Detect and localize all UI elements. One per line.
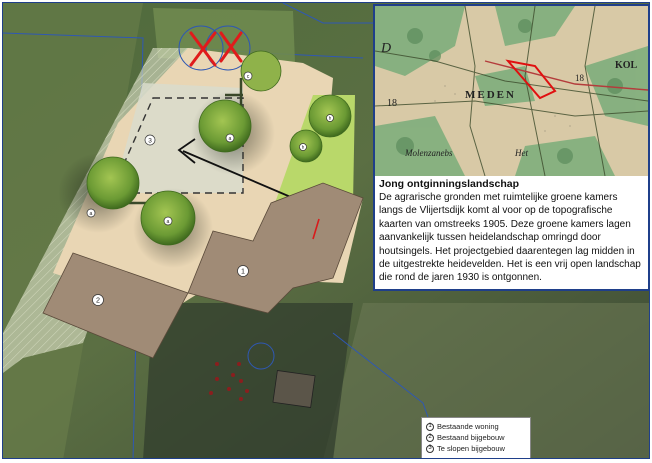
map-frame: 1 2 3 a a a b b c D KOL 18 18 MEDEN Molenzanebs … bbox=[2, 2, 650, 459]
map-marker: c bbox=[243, 71, 253, 81]
legend-number: 1 bbox=[426, 422, 434, 431]
dark-field bbox=[143, 303, 353, 458]
map-legend: 1 Bestaande woning 2 Bestaand bijgebouw … bbox=[421, 417, 531, 458]
map-marker-label: a bbox=[90, 211, 93, 217]
map-marker: 1 bbox=[237, 265, 249, 277]
map-marker-label: 3 bbox=[148, 137, 152, 144]
historic-map-inset: D KOL 18 18 MEDEN Molenzanebs Het Jong o… bbox=[373, 4, 649, 291]
map-marker: b bbox=[299, 143, 307, 151]
legend-item: 3 Te slopen bijgebouw bbox=[426, 443, 526, 454]
map-label: KOL bbox=[615, 60, 638, 71]
map-marker: a bbox=[163, 216, 173, 226]
map-marker-label: a bbox=[167, 219, 170, 225]
legend-label: Bestaand bijgebouw bbox=[437, 433, 505, 442]
legend-label: Te slopen bijgebouw bbox=[437, 444, 505, 453]
inset-body: De agrarische gronden met ruimtelijke gr… bbox=[379, 192, 641, 284]
legend-label: Bestaande woning bbox=[437, 422, 499, 431]
legend-number: 2 bbox=[426, 433, 434, 442]
legend-number: 3 bbox=[426, 444, 434, 453]
map-label: 18 bbox=[575, 73, 585, 83]
map-marker-label: a bbox=[229, 136, 232, 142]
map-marker: a bbox=[86, 208, 96, 218]
map-marker-label: 1 bbox=[241, 266, 245, 275]
map-label: MEDEN bbox=[465, 89, 516, 101]
map-marker: b bbox=[326, 114, 334, 122]
tree-canopy bbox=[240, 50, 282, 92]
map-label: Molenzanebs bbox=[404, 148, 453, 158]
legend-item: 2 Bestaand bijgebouw bbox=[426, 432, 526, 443]
historic-topographic-map: D KOL 18 18 MEDEN Molenzanebs Het bbox=[375, 6, 648, 176]
inset-title: Jong ontginningslandschap bbox=[379, 178, 519, 190]
map-marker: 3 bbox=[144, 134, 156, 146]
map-label: D bbox=[380, 41, 391, 56]
inset-description: Jong ontginningslandschap De agrarische … bbox=[375, 176, 648, 285]
tree-canopy bbox=[198, 99, 252, 153]
map-label: 18 bbox=[387, 98, 397, 109]
map-marker-label: 2 bbox=[96, 295, 100, 304]
map-marker-label: c bbox=[247, 74, 250, 80]
map-marker: 2 bbox=[92, 294, 104, 306]
map-marker: a bbox=[225, 133, 235, 143]
small-shed bbox=[272, 370, 316, 408]
map-label: Het bbox=[514, 148, 528, 158]
legend-item: 1 Bestaande woning bbox=[426, 421, 526, 432]
tree-canopy bbox=[86, 156, 140, 210]
